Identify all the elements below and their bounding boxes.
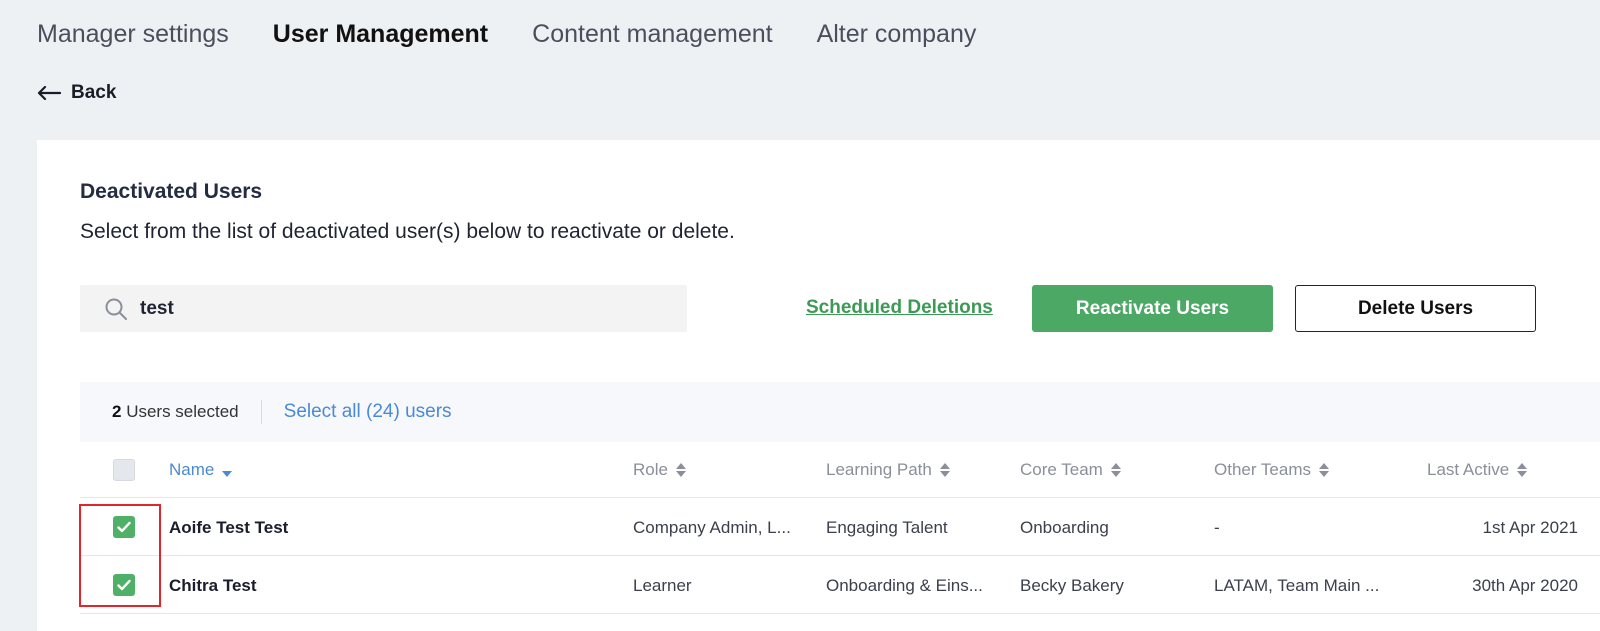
reactivate-users-button[interactable]: Reactivate Users	[1032, 285, 1273, 332]
column-header-name[interactable]: Name	[169, 460, 233, 480]
cell-last-active: 30th Apr 2020	[1472, 576, 1578, 595]
tab-alter-company[interactable]: Alter company	[817, 20, 977, 49]
column-header-role[interactable]: Role	[633, 460, 686, 480]
cell-role: Learner	[633, 576, 692, 595]
table-header: Name Role Learning Path Core Team Other …	[80, 442, 1600, 498]
panel-description: Select from the list of deactivated user…	[80, 220, 735, 243]
tab-content-management[interactable]: Content management	[532, 20, 772, 49]
selected-count-suffix: Users selected	[121, 402, 239, 421]
row-checkbox[interactable]	[113, 516, 135, 538]
cell-name: Aoife Test Test	[169, 518, 289, 537]
check-icon	[117, 579, 131, 591]
tab-manager-settings[interactable]: Manager settings	[37, 20, 229, 49]
panel-title: Deactivated Users	[80, 180, 263, 203]
sort-icon	[1319, 463, 1330, 477]
sort-icon	[675, 463, 686, 477]
back-link[interactable]: Back	[37, 82, 116, 104]
arrow-left-icon	[37, 86, 61, 100]
search-value: test	[140, 297, 174, 319]
sort-desc-icon	[222, 471, 233, 477]
sort-icon	[939, 463, 950, 477]
cell-last-active: 1st Apr 2021	[1482, 518, 1578, 537]
sort-icon	[1517, 463, 1528, 477]
tab-user-management[interactable]: User Management	[273, 20, 488, 49]
row-checkbox[interactable]	[113, 574, 135, 596]
check-icon	[117, 521, 131, 533]
table-row[interactable]: Aoife Test Test Company Admin, L... Enga…	[80, 498, 1600, 556]
table-row[interactable]: Chitra Test Learner Onboarding & Eins...…	[80, 556, 1600, 614]
column-header-core-team-label: Core Team	[1020, 460, 1103, 479]
search-icon	[105, 298, 127, 320]
column-header-other-teams-label: Other Teams	[1214, 460, 1312, 479]
deactivated-users-panel: Deactivated Users Select from the list o…	[37, 140, 1600, 631]
selection-bar: 2 Users selected Select all (24) users	[80, 382, 1600, 442]
select-all-link[interactable]: Select all (24) users	[284, 401, 452, 423]
scheduled-deletions-link[interactable]: Scheduled Deletions	[806, 297, 993, 319]
column-header-other-teams[interactable]: Other Teams	[1214, 460, 1330, 480]
select-all-checkbox[interactable]	[113, 459, 135, 481]
cell-name: Chitra Test	[169, 576, 257, 595]
cell-core-team: Onboarding	[1020, 518, 1109, 537]
back-label: Back	[71, 82, 117, 103]
cell-other-teams: LATAM, Team Main ...	[1214, 576, 1380, 595]
selected-count: 2 Users selected	[112, 402, 239, 422]
sort-icon	[1110, 463, 1121, 477]
top-nav: Manager settings User Management Content…	[37, 20, 976, 49]
cell-other-teams: -	[1214, 518, 1220, 537]
search-input[interactable]: test	[80, 285, 687, 332]
column-header-last-active[interactable]: Last Active	[1427, 460, 1528, 480]
divider	[260, 400, 262, 424]
column-header-learning-path[interactable]: Learning Path	[826, 460, 950, 480]
cell-core-team: Becky Bakery	[1020, 576, 1124, 595]
column-header-learning-path-label: Learning Path	[826, 460, 932, 479]
column-header-last-active-label: Last Active	[1427, 460, 1510, 479]
column-header-core-team[interactable]: Core Team	[1020, 460, 1121, 480]
column-header-name-label: Name	[169, 460, 215, 479]
column-header-role-label: Role	[633, 460, 668, 479]
cell-role: Company Admin, L...	[633, 518, 791, 537]
delete-users-button[interactable]: Delete Users	[1295, 285, 1536, 332]
cell-learning-path: Onboarding & Eins...	[826, 576, 983, 595]
cell-learning-path: Engaging Talent	[826, 518, 948, 537]
